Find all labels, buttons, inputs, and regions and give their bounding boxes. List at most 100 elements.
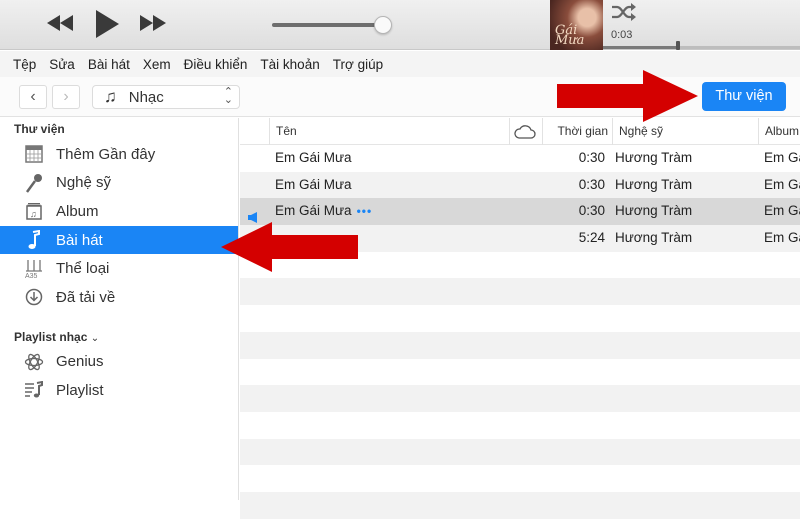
svg-text:♫: ♫	[30, 209, 37, 219]
sidebar-item-label: Album	[56, 202, 99, 220]
download-circle-icon	[24, 287, 44, 307]
table-body: Em Gái Mưa0:30Hương TràmEm Gái MưaEm Gái…	[240, 145, 800, 519]
sidebar: Thư viện Thêm Gần đây Nghệ sỹ ♫ Album Bà…	[0, 118, 239, 500]
playlist-section-header[interactable]: Playlist nhạc ⌄	[0, 326, 238, 348]
media-type-select[interactable]: ♫ Nhạc ⌃ ⌄	[92, 85, 240, 109]
column-header-name[interactable]: Tên	[269, 118, 509, 145]
song-album: Em Gái Mưa	[764, 203, 800, 219]
empty-row	[240, 278, 800, 306]
sidebar-item-albums[interactable]: ♫ Album	[0, 197, 238, 226]
table-row[interactable]: 5:24 Hương Tràm Em Gái Mưa	[240, 225, 800, 252]
toolbar: ‹ › ♫ Nhạc ⌃ ⌄	[0, 77, 800, 117]
song-name: Em Gái Mưa •••	[275, 203, 373, 219]
sidebar-item-playlist[interactable]: Playlist	[0, 376, 238, 405]
sidebar-item-label: Đã tải về	[56, 288, 116, 306]
shuffle-icon	[612, 3, 636, 21]
song-name: Em Gái Mưa	[275, 176, 352, 192]
library-button[interactable]: Thư viện	[702, 82, 786, 111]
microphone-icon	[24, 173, 44, 193]
volume-slider[interactable]	[272, 23, 382, 27]
album-artwork[interactable]: Gái Mưa	[550, 0, 603, 50]
progress-handle[interactable]	[676, 41, 680, 50]
rewind-button[interactable]	[46, 13, 74, 38]
sidebar-item-label: Nghệ sỹ	[56, 174, 112, 192]
table-row[interactable]: Em Gái Mưa••• 0:30 Hương Tràm Em Gái Mưa	[240, 198, 800, 226]
empty-row	[240, 251, 800, 279]
song-artist: Hương Tràm	[615, 230, 693, 246]
column-header-album[interactable]: Album	[758, 118, 800, 145]
empty-row	[240, 305, 800, 332]
progress-fill	[603, 46, 676, 49]
table-row[interactable]: Em Gái Mưa 0:30 Hương Tràm Em Gái Mưa	[240, 171, 800, 199]
more-options-button[interactable]: •••	[357, 204, 373, 218]
column-header-cloud[interactable]	[509, 118, 542, 145]
song-duration: 0:30	[578, 150, 605, 165]
empty-row	[240, 385, 800, 412]
play-icon	[96, 10, 119, 38]
empty-row	[240, 411, 800, 439]
column-header-artist[interactable]: Nghệ sỹ	[612, 118, 758, 145]
sidebar-item-downloaded[interactable]: Đã tải về	[0, 283, 238, 312]
empty-row	[240, 438, 800, 466]
sidebar-item-songs[interactable]: Bài hát	[0, 225, 238, 255]
menu-controls[interactable]: Điều khiển	[184, 57, 248, 72]
play-button[interactable]	[94, 9, 120, 44]
menu-file[interactable]: Tệp	[13, 57, 36, 72]
empty-row	[240, 491, 800, 519]
song-duration: 0:30	[578, 176, 605, 192]
media-type-label: Nhạc	[128, 88, 164, 106]
sidebar-item-genius[interactable]: Genius	[0, 348, 238, 377]
calendar-grid-icon	[24, 144, 44, 164]
playlist-header-label: Playlist nhạc	[14, 329, 88, 344]
up-down-chevron-icon: ⌃ ⌄	[223, 86, 233, 106]
sidebar-item-genres[interactable]: A35 Thể loại	[0, 254, 238, 283]
table-row[interactable]: Em Gái Mưa 0:30 Hương Tràm Em Gái Mưa	[240, 145, 800, 172]
empty-row	[240, 331, 800, 359]
song-duration: 5:24	[578, 230, 605, 246]
song-name: Em Gái Mưa	[275, 150, 352, 165]
table-header: Tên Thời gian Nghệ sỹ Album	[240, 118, 800, 145]
fast-forward-icon	[140, 15, 166, 31]
artwork-title: Gái Mưa	[555, 23, 585, 48]
menu-account[interactable]: Tài khoản	[260, 57, 319, 72]
elapsed-time: 0:03	[611, 29, 633, 41]
player-bar: Gái Mưa 0:03	[0, 0, 800, 50]
chevron-down-icon: ⌄	[90, 332, 100, 344]
menu-view[interactable]: Xem	[143, 57, 171, 72]
svg-text:A35: A35	[25, 273, 38, 279]
songs-table: Tên Thời gian Nghệ sỹ Album Em Gái Mưa 0:…	[240, 118, 800, 519]
song-album: Em Gái Mưa	[764, 150, 800, 165]
volume-knob[interactable]	[374, 16, 392, 34]
progress-bar[interactable]	[603, 46, 800, 49]
song-artist: Hương Tràm	[615, 203, 693, 219]
menu-song[interactable]: Bài hát	[88, 57, 130, 72]
cloud-icon	[514, 125, 536, 139]
album-icon: ♫	[24, 201, 44, 221]
song-album: Em Gái Mưa	[764, 230, 800, 246]
song-duration: 0:30	[578, 203, 605, 219]
song-artist: Hương Tràm	[615, 176, 693, 192]
sidebar-item-recently-added[interactable]: Thêm Gần đây	[0, 140, 238, 169]
forward-button[interactable]: ›	[52, 85, 80, 109]
rewind-icon	[47, 15, 73, 31]
menu-bar: Tệp Sửa Bài hát Xem Điều khiển Tài khoản…	[0, 51, 800, 77]
menu-edit[interactable]: Sửa	[49, 57, 75, 72]
column-header-time[interactable]: Thời gian	[542, 118, 612, 145]
atom-icon	[24, 352, 44, 372]
music-note-icon	[24, 230, 44, 250]
song-artist: Hương Tràm	[615, 150, 693, 165]
playlist-icon	[24, 380, 44, 400]
genre-icon: A35	[24, 259, 44, 279]
song-album: Em Gái Mưa	[764, 176, 800, 192]
sidebar-item-artists[interactable]: Nghệ sỹ	[0, 169, 238, 198]
shuffle-button[interactable]	[611, 3, 637, 26]
sidebar-item-label: Playlist	[56, 381, 104, 399]
sidebar-item-label: Thêm Gần đây	[56, 145, 156, 163]
sidebar-item-label: Genius	[56, 353, 104, 371]
sidebar-item-label: Bài hát	[56, 231, 103, 249]
fast-forward-button[interactable]	[139, 13, 167, 38]
sidebar-item-label: Thể loại	[56, 260, 110, 278]
back-button[interactable]: ‹	[19, 85, 47, 109]
music-note-icon: ♫	[104, 87, 117, 106]
menu-help[interactable]: Trợ giúp	[333, 57, 383, 72]
